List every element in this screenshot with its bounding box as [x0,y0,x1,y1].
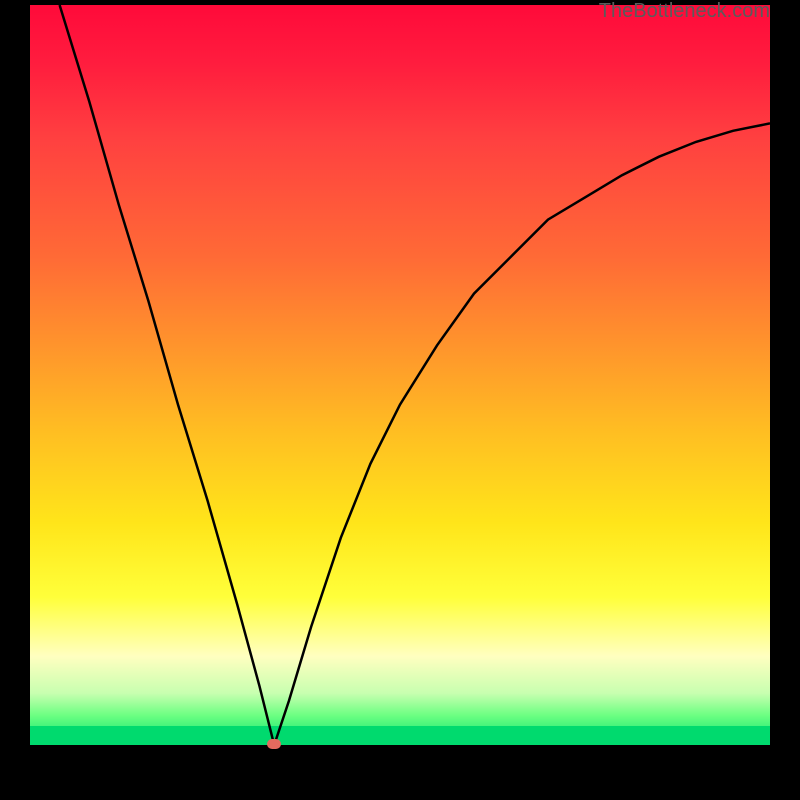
watermark-text: TheBottleneck.com [599,0,770,23]
plot-area [30,5,770,745]
minimum-marker [267,739,281,749]
bottleneck-curve [30,5,770,745]
chart-frame: TheBottleneck.com [0,0,800,800]
